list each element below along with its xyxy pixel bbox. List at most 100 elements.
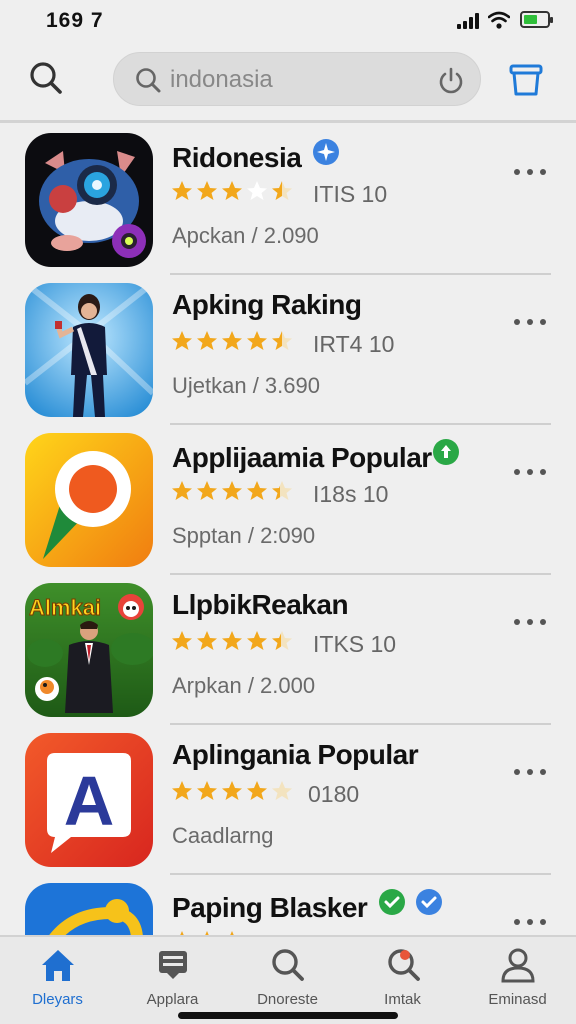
star-half-icon: [272, 181, 292, 200]
search-bar[interactable]: [113, 52, 481, 106]
tab-label: Dleyars: [32, 991, 83, 1008]
home-icon: [41, 950, 74, 981]
star-icon: [247, 631, 267, 650]
more-options-icon[interactable]: [514, 915, 552, 929]
battery-icon: [520, 11, 553, 28]
person-icon: [500, 948, 535, 983]
search-icon[interactable]: [26, 58, 66, 98]
status-time: 169 7: [46, 9, 104, 32]
search-icon: [271, 949, 304, 981]
star-icon: [247, 331, 267, 350]
tab-eminasd[interactable]: Eminasd: [460, 945, 575, 1017]
app-icon-ridonesia[interactable]: [25, 133, 153, 267]
tab-label: Dnoreste: [257, 991, 318, 1008]
wifi-icon: [488, 11, 510, 29]
star-empty-icon: [272, 781, 292, 800]
app-icon-llpbikreakan[interactable]: Almkai: [25, 583, 153, 717]
status-bar: 169 7: [0, 0, 576, 44]
app-title[interactable]: LlpbikReakan: [172, 589, 349, 621]
star-icon: [172, 181, 192, 200]
rating-count: I18s 10: [313, 481, 389, 507]
tab-imtak[interactable]: Imtak: [345, 945, 460, 1017]
app-name-label: Aplingania Popular: [172, 739, 419, 770]
app-title[interactable]: Paping Blasker: [172, 889, 442, 924]
app-name-label: Ridonesia: [172, 142, 302, 173]
list-item[interactable]: A Aplingania Popular 0180 Caadlarng: [0, 723, 576, 875]
app-icon-aplingania-popular[interactable]: A: [25, 733, 153, 867]
tab-label: Applara: [146, 991, 199, 1008]
search-badge-icon: [387, 949, 420, 981]
star-half-icon: [272, 631, 292, 650]
star-icon: [197, 631, 217, 650]
star-icon: [247, 481, 267, 500]
tab-bar: Dleyars Applara Dnoreste Imtak Eminasd: [0, 935, 576, 1024]
app-icon-applijaamia-popular[interactable]: [25, 433, 153, 567]
star-half-icon: [272, 481, 292, 500]
app-meta: Arpkan / 2.000: [172, 673, 316, 698]
list-item[interactable]: Applijaamia Popular I18s 10 Spptan / 2:0…: [0, 423, 576, 575]
star-icon: [247, 181, 267, 200]
star-rating: [170, 779, 295, 809]
more-options-icon[interactable]: [514, 615, 552, 629]
inbox-icon: [158, 951, 187, 979]
app-title[interactable]: Applijaamia Popular: [172, 439, 459, 474]
star-icon: [222, 331, 242, 350]
star-icon: [197, 181, 217, 200]
tab-dnoreste[interactable]: Dnoreste: [230, 945, 345, 1017]
rating-count: IRT4 10: [313, 331, 395, 357]
icon-wordmark: Almkai: [29, 595, 101, 620]
search-field-icon: [136, 68, 161, 93]
star-rating: [170, 479, 295, 509]
star-icon: [172, 481, 192, 500]
tab-applara[interactable]: Applara: [115, 945, 230, 1017]
app-list: Ridonesia ITIS 10 Apckan / 2.090 Apking …: [0, 123, 576, 935]
star-icon: [197, 781, 217, 800]
star-icon: [172, 781, 192, 800]
star-icon: [172, 631, 192, 650]
app-name-label: Applijaamia Popular: [172, 442, 432, 473]
app-meta: Apckan / 2.090: [172, 223, 319, 248]
more-options-icon[interactable]: [514, 465, 552, 479]
tab-label: Imtak: [384, 991, 421, 1008]
app-title[interactable]: Apking Raking: [172, 289, 362, 321]
star-icon: [197, 481, 217, 500]
app-title[interactable]: Ridonesia: [172, 139, 339, 174]
list-item[interactable]: Apking Raking IRT4 10 Ujetkan / 3.690: [0, 273, 576, 425]
green-check-badge-icon: [378, 889, 405, 915]
star-icon: [222, 781, 242, 800]
app-icon-apking-raking[interactable]: [25, 283, 153, 417]
app-title[interactable]: Aplingania Popular: [172, 739, 419, 771]
trash-bin-icon[interactable]: [506, 60, 546, 100]
more-options-icon[interactable]: [514, 315, 552, 329]
header: [0, 44, 576, 120]
app-icon-paping-blasker[interactable]: [25, 883, 153, 935]
list-item[interactable]: Ridonesia ITIS 10 Apckan / 2.090: [0, 123, 576, 275]
star-icon: [222, 181, 242, 200]
home-indicator[interactable]: [178, 1012, 398, 1019]
tab-label: Eminasd: [488, 991, 547, 1008]
green-arrow-badge-icon: [432, 439, 459, 465]
tab-dleyars[interactable]: Dleyars: [0, 945, 115, 1017]
cellular-signal-icon: [457, 13, 483, 29]
list-item[interactable]: Paping Blasker: [0, 873, 576, 935]
star-icon: [222, 481, 242, 500]
search-input[interactable]: [170, 63, 426, 97]
verified-badge-icon: [312, 139, 339, 165]
more-options-icon[interactable]: [514, 165, 552, 179]
blue-check-badge-icon: [415, 889, 442, 915]
app-name-label: Paping Blasker: [172, 892, 368, 923]
star-icon: [222, 631, 242, 650]
list-item[interactable]: Almkai LlpbikReakan ITKS 10 Arpkan / 2.0…: [0, 573, 576, 725]
power-icon[interactable]: [436, 65, 466, 95]
star-icon: [247, 781, 267, 800]
star-rating: [170, 629, 295, 659]
app-name-label: LlpbikReakan: [172, 589, 349, 620]
icon-letter: A: [64, 762, 115, 840]
more-options-icon[interactable]: [514, 765, 552, 779]
star-icon: [197, 331, 217, 350]
rating-count: ITIS 10: [313, 181, 388, 207]
app-name-label: Apking Raking: [172, 289, 362, 320]
app-meta: Spptan / 2:090: [172, 523, 316, 548]
app-meta: Caadlarng: [172, 823, 274, 848]
rating-count: 0180: [308, 781, 360, 807]
